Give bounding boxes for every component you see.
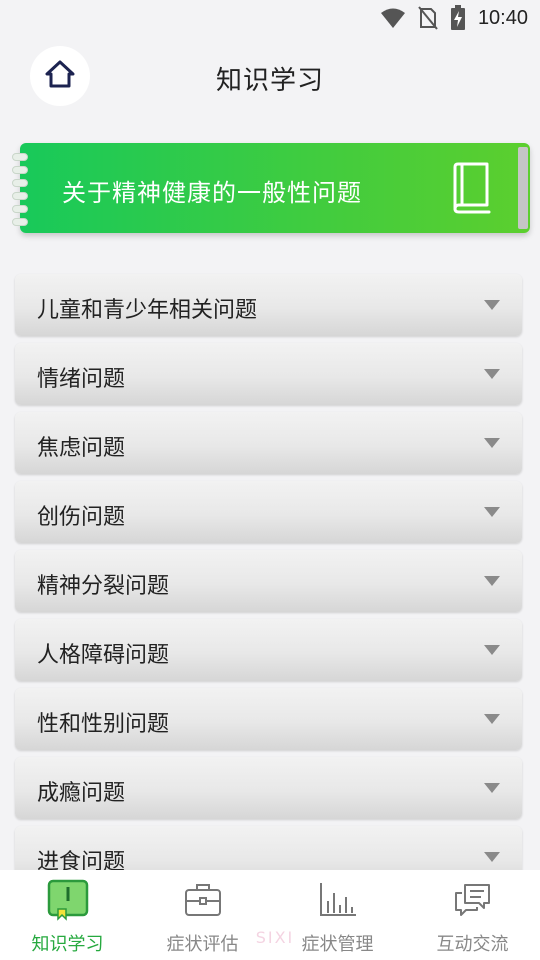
nav-label: 症状评估	[166, 934, 239, 955]
nav-label: 知识学习	[31, 934, 104, 955]
accordion-item-label: 焦虑问题	[37, 436, 126, 461]
accordion-item-label: 创伤问题	[37, 505, 126, 530]
status-bar: 10:40	[0, 0, 540, 36]
banner-edge-tab	[518, 147, 528, 229]
no-sim-icon	[418, 6, 438, 30]
chat-bubbles-icon	[453, 880, 493, 920]
accordion-item-trauma[interactable]: 创伤问题	[15, 481, 522, 543]
battery-charging-icon	[450, 5, 466, 31]
chevron-down-icon	[484, 369, 500, 379]
chevron-down-icon	[484, 783, 500, 793]
accordion-item-schizophrenia[interactable]: 精神分裂问题	[15, 550, 522, 612]
topic-list: 儿童和青少年相关问题 情绪问题 焦虑问题 创伤问题 精神分裂问题 人格障碍问题 …	[15, 274, 522, 895]
accordion-item-label: 儿童和青少年相关问题	[37, 298, 258, 323]
nav-interaction[interactable]: 互动交流	[405, 870, 540, 960]
knowledge-book-icon	[46, 879, 90, 921]
header: 知识学习	[0, 46, 540, 108]
chevron-down-icon	[484, 438, 500, 448]
bottom-nav: 知识学习 症状评估 症状管理 互动交流	[0, 870, 540, 960]
nav-knowledge[interactable]: 知识学习	[0, 870, 135, 960]
chevron-down-icon	[484, 576, 500, 586]
nav-label: 互动交流	[436, 934, 509, 955]
nav-symptom-assessment[interactable]: 症状评估	[135, 870, 270, 960]
general-questions-banner[interactable]: 关于精神健康的一般性问题	[12, 143, 530, 233]
nav-symptom-management[interactable]: 症状管理	[270, 870, 405, 960]
banner-label: 关于精神健康的一般性问题	[62, 179, 362, 207]
accordion-item-emotion[interactable]: 情绪问题	[15, 343, 522, 405]
notebook-rings	[12, 153, 30, 226]
accordion-item-label: 精神分裂问题	[37, 574, 170, 599]
accordion-item-anxiety[interactable]: 焦虑问题	[15, 412, 522, 474]
chevron-down-icon	[484, 714, 500, 724]
status-time: 10:40	[477, 6, 528, 29]
book-icon	[450, 161, 494, 219]
accordion-item-label: 性和性别问题	[37, 712, 170, 737]
accordion-item-addiction[interactable]: 成瘾问题	[15, 757, 522, 819]
accordion-item-sex-gender[interactable]: 性和性别问题	[15, 688, 522, 750]
page-title: 知识学习	[215, 66, 324, 96]
accordion-item-label: 人格障碍问题	[37, 643, 170, 668]
accordion-item-children-adolescents[interactable]: 儿童和青少年相关问题	[15, 274, 522, 336]
chevron-down-icon	[484, 852, 500, 862]
briefcase-icon	[183, 880, 223, 920]
chevron-down-icon	[484, 507, 500, 517]
wifi-icon	[380, 7, 406, 29]
nav-label: 症状管理	[301, 934, 374, 955]
chevron-down-icon	[484, 645, 500, 655]
chevron-down-icon	[484, 300, 500, 310]
bar-chart-icon	[318, 880, 358, 920]
accordion-item-label: 情绪问题	[37, 367, 126, 392]
accordion-item-label: 成瘾问题	[37, 781, 126, 806]
accordion-item-personality[interactable]: 人格障碍问题	[15, 619, 522, 681]
